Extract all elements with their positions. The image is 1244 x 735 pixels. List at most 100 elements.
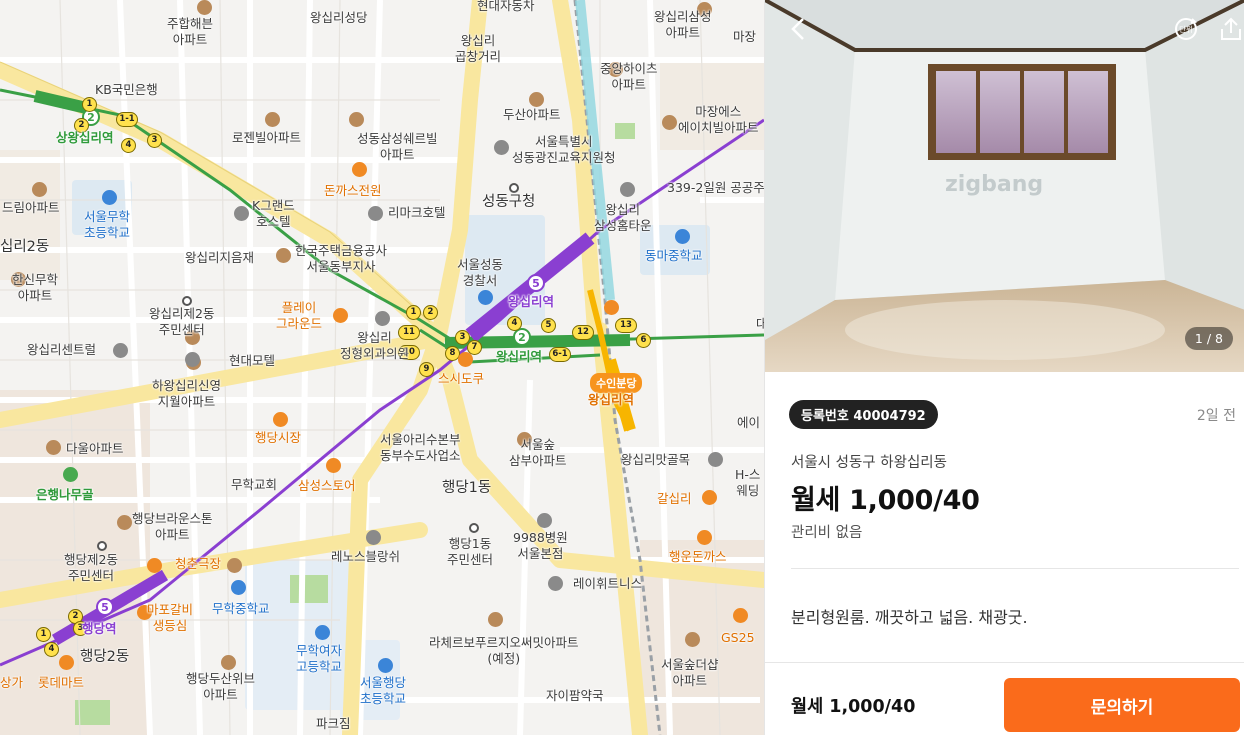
hotel-icon[interactable] <box>234 206 249 221</box>
building-icon[interactable] <box>494 140 509 155</box>
school-icon[interactable] <box>102 190 117 205</box>
map-label: 무학중학교 <box>212 601 270 616</box>
map-label: GS25 <box>721 630 755 645</box>
map-label: 왕십리제2동 주민센터 <box>149 306 215 337</box>
exit-number: 5 <box>541 318 556 333</box>
apartment-icon[interactable] <box>488 612 503 627</box>
map-label: 9988병원 서울본점 <box>513 530 568 561</box>
community-center-icon[interactable] <box>469 523 479 533</box>
exit-number: 4 <box>44 642 59 657</box>
chevron-left-icon <box>791 18 804 40</box>
station-label[interactable]: 왕십리역 <box>496 349 542 365</box>
gu-office-icon[interactable] <box>509 183 519 193</box>
map-label: 로젠빌아파트 <box>232 130 302 145</box>
apartment-icon[interactable] <box>349 112 364 127</box>
share-button[interactable] <box>1216 14 1244 44</box>
building-icon[interactable] <box>620 182 635 197</box>
station-label[interactable]: 상왕십리역 <box>56 130 114 146</box>
listing-photo[interactable]: 단위 zigbang 1 / 8 <box>765 0 1244 372</box>
map-label: 한신무학 아파트 <box>12 272 59 303</box>
map-label: 스시도쿠 <box>438 371 485 386</box>
map-label: 한국주택금융공사 서울동부지사 <box>295 243 388 274</box>
map-label: 삼성스토어 <box>298 478 356 493</box>
school-icon[interactable] <box>378 658 393 673</box>
community-center-icon[interactable] <box>97 541 107 551</box>
cafe-icon[interactable] <box>333 308 348 323</box>
exit-number: 1 <box>82 97 97 112</box>
exit-number: 6-1 <box>549 347 571 362</box>
building-icon[interactable] <box>366 530 381 545</box>
map-label: 자이팜약국 <box>546 688 604 703</box>
map-view[interactable]: 2 2 5 5 1 2 3 4 1-1 1 2 3 4 5 6 6-1 7 8 … <box>0 0 764 735</box>
map-label: 은행나무골 <box>36 487 94 502</box>
map-label: 339-2일원 공공주 <box>667 180 764 195</box>
apartment-icon[interactable] <box>227 558 242 573</box>
hospital-icon[interactable] <box>375 311 390 326</box>
mart-icon[interactable] <box>59 655 74 670</box>
map-label: 마장에스 에이치빌아파트 <box>678 104 759 135</box>
listing-detail-panel: 단위 zigbang 1 / 8 등록번호 40004792 2일 전 서울시 … <box>764 0 1244 735</box>
inquiry-button[interactable]: 문의하기 <box>1004 678 1240 732</box>
map-label: 왕십리 삼성홈타운 <box>594 202 652 233</box>
map-label: 행당시장 <box>255 430 302 445</box>
map-label: 성동구청 <box>482 194 536 210</box>
building-icon[interactable] <box>708 452 723 467</box>
back-button[interactable] <box>783 14 813 44</box>
exit-number: 2 <box>423 305 438 320</box>
map-label: 왕십리 곱창거리 <box>455 33 502 64</box>
restaurant-icon[interactable] <box>352 162 367 177</box>
map-label: 서울특별시 성동광진교육지원청 <box>512 134 616 165</box>
apartment-icon[interactable] <box>685 632 700 647</box>
bottom-price: 월세 1,000/40 <box>791 697 916 717</box>
station-label[interactable]: 행당역 <box>82 621 117 637</box>
school-icon[interactable] <box>675 229 690 244</box>
map-label: 왕십리맛골목 <box>621 452 691 467</box>
apartment-icon[interactable] <box>265 112 280 127</box>
hotel-icon[interactable] <box>368 206 383 221</box>
restaurant-icon[interactable] <box>458 352 473 367</box>
restaurant-icon[interactable] <box>697 530 712 545</box>
park-icon[interactable] <box>63 467 78 482</box>
apartment-icon[interactable] <box>32 182 47 197</box>
map-label: 왕십리지음재 <box>185 250 255 265</box>
market-icon[interactable] <box>273 412 288 427</box>
restaurant-icon[interactable] <box>604 300 619 315</box>
school-icon[interactable] <box>231 580 246 595</box>
apartment-icon[interactable] <box>276 248 291 263</box>
hospital-icon[interactable] <box>537 513 552 528</box>
apartment-icon[interactable] <box>529 92 544 107</box>
station-label[interactable]: 왕십리역 <box>508 294 554 310</box>
building-icon[interactable] <box>113 343 128 358</box>
convenience-store-icon[interactable] <box>733 608 748 623</box>
map-label: 리마크호텔 <box>388 205 446 220</box>
unit-toggle-button[interactable]: 단위 <box>1171 14 1201 44</box>
building-icon[interactable] <box>548 576 563 591</box>
restaurant-icon[interactable] <box>147 558 162 573</box>
school-icon[interactable] <box>315 625 330 640</box>
posted-time: 2일 전 <box>1196 408 1236 424</box>
map-label: 왕십리센트럴 <box>27 342 97 357</box>
map-label: K그랜드 호스텔 <box>252 198 295 229</box>
restaurant-icon[interactable] <box>702 490 717 505</box>
community-center-icon[interactable] <box>182 296 192 306</box>
police-icon[interactable] <box>478 290 493 305</box>
map-label: 서울숲 삼부아파트 <box>509 437 567 468</box>
apartment-icon[interactable] <box>197 0 212 15</box>
map-label: 동마중학교 <box>645 248 703 263</box>
listing-description: 분리형원룸. 깨끗하고 넓음. 채광굿. <box>791 608 1028 627</box>
station-label[interactable]: 왕십리역 <box>588 392 634 408</box>
apartment-icon[interactable] <box>662 115 677 130</box>
map-label: 돈까스전원 <box>324 183 382 198</box>
apartment-icon[interactable] <box>221 655 236 670</box>
map-label: 왕십리성당 <box>310 10 368 25</box>
apartment-icon[interactable] <box>46 440 61 455</box>
map-label: 서울행당 초등학교 <box>360 675 407 706</box>
map-label: 행당브라운스톤 아파트 <box>132 511 213 542</box>
hotel-icon[interactable] <box>185 352 200 367</box>
apartment-icon[interactable] <box>117 515 132 530</box>
exit-number: 1-1 <box>116 112 138 127</box>
map-label: 무학교회 <box>231 477 278 492</box>
map-label: 청춘극장 <box>175 556 222 571</box>
map-label: 갈십리 <box>657 491 692 506</box>
store-icon[interactable] <box>326 458 341 473</box>
